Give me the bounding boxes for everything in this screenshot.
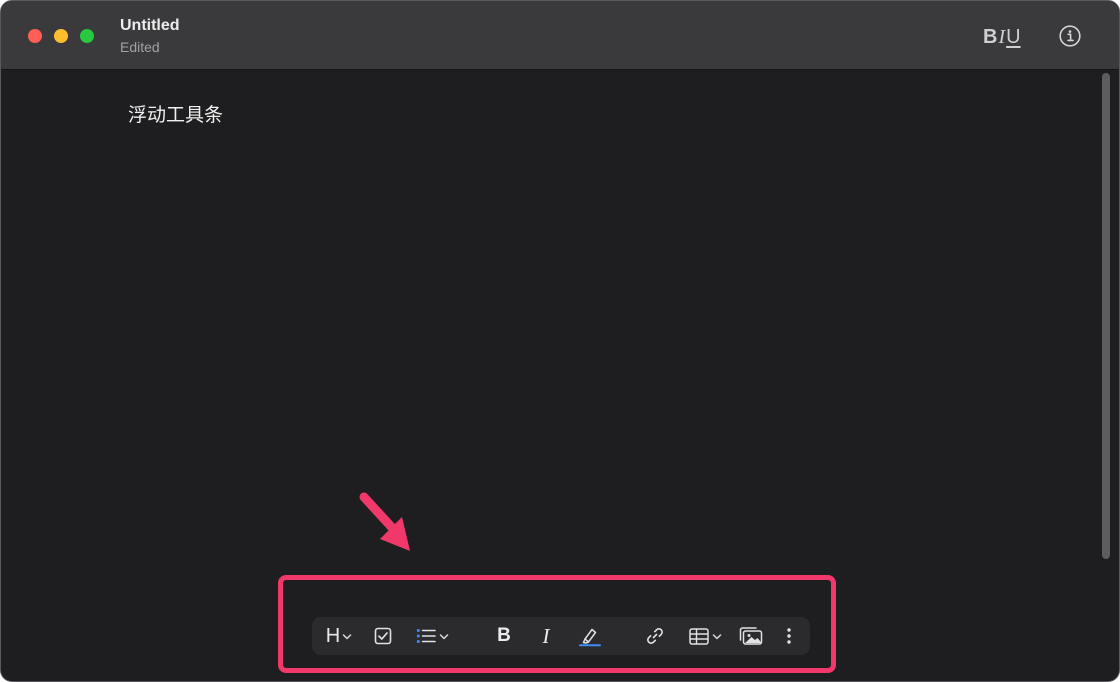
bold-icon: B — [497, 625, 511, 646]
heading-icon: H — [325, 624, 341, 647]
app-window: Untitled Edited B I U 浮动工具条 H B I — [0, 0, 1120, 682]
close-window-button[interactable] — [28, 29, 42, 43]
checklist-button[interactable] — [370, 617, 396, 655]
checkbox-icon — [374, 627, 392, 645]
bold-button[interactable]: B — [492, 617, 516, 655]
more-options-button[interactable] — [780, 617, 798, 655]
link-button[interactable] — [644, 617, 666, 655]
maximize-window-button[interactable] — [80, 29, 94, 43]
text-format-button[interactable]: B I U — [983, 24, 1021, 50]
chevron-down-icon — [712, 634, 721, 640]
info-circle-icon — [1059, 25, 1081, 47]
photo-icon — [739, 627, 763, 645]
info-button[interactable] — [1059, 25, 1081, 47]
more-vertical-icon — [787, 628, 791, 644]
format-bold-glyph: B — [983, 25, 998, 48]
window-title: Untitled — [120, 17, 180, 34]
table-icon — [688, 627, 709, 645]
heading-dropdown-button[interactable]: H — [322, 617, 356, 655]
bullet-list-dropdown-button[interactable] — [412, 617, 452, 655]
table-dropdown-button[interactable] — [686, 617, 724, 655]
chevron-down-icon — [439, 634, 448, 640]
italic-icon: I — [542, 623, 550, 648]
scrollbar[interactable] — [1101, 70, 1117, 681]
highlight-button[interactable] — [576, 617, 602, 655]
document-text[interactable]: 浮动工具条 — [128, 100, 223, 127]
document-status: Edited — [120, 39, 160, 55]
annotation-arrow-icon — [359, 492, 410, 551]
format-italic-glyph: I — [998, 25, 1006, 48]
floating-toolbar: H B I — [312, 617, 810, 655]
insert-image-button[interactable] — [738, 617, 764, 655]
title-bar: Untitled Edited B I U — [1, 1, 1119, 70]
link-icon — [647, 628, 663, 644]
bullet-list-icon — [416, 629, 436, 643]
scrollbar-thumb[interactable] — [1102, 73, 1110, 559]
highlighter-icon — [579, 628, 601, 647]
italic-button[interactable]: I — [534, 617, 558, 655]
chevron-down-icon — [342, 634, 352, 640]
minimize-window-button[interactable] — [54, 29, 68, 43]
format-underline-glyph: U — [1006, 25, 1021, 48]
